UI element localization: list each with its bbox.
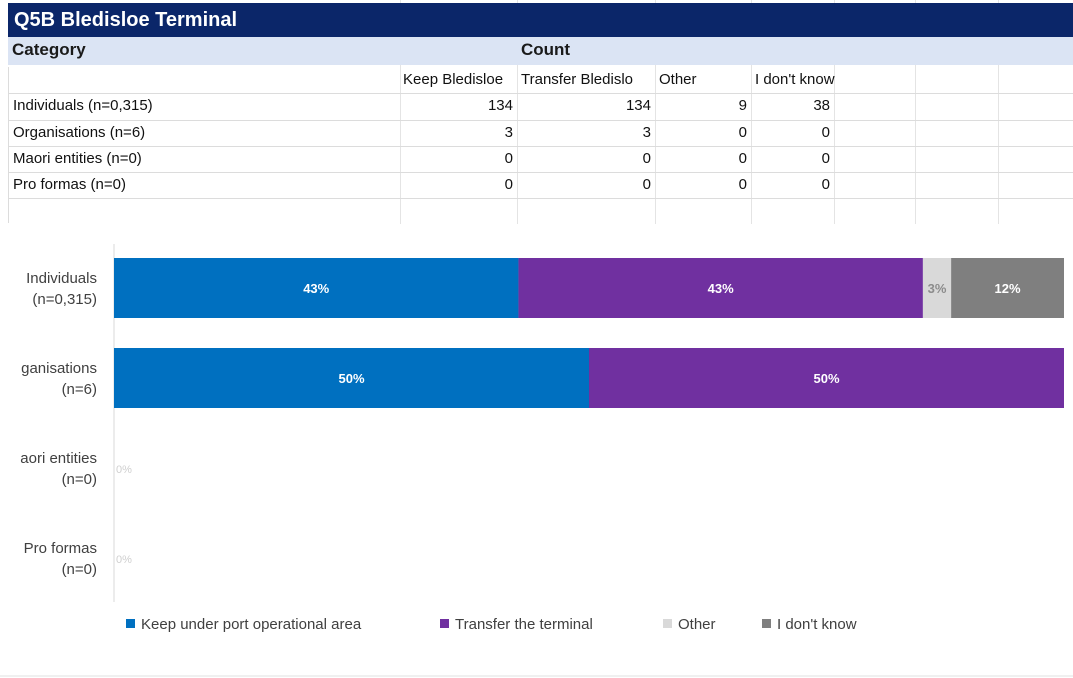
data-label: 3% [928,281,947,296]
category-header: Category [12,40,86,59]
legend-swatch [440,619,449,628]
table-rule [8,67,9,223]
cell-other[interactable]: 9 [655,93,751,119]
count-header: Count [521,40,571,59]
cell-dont-know[interactable]: 38 [751,93,834,119]
cell-other[interactable]: 0 [655,120,751,146]
cell-transfer[interactable]: 0 [517,146,655,172]
table-rule [8,198,1073,199]
legend-label: Transfer the terminal [455,616,593,633]
legend-swatch [126,619,135,628]
data-label: 12% [995,281,1021,296]
category-label: Pro formas (n=0) [24,540,97,578]
row-category-organisations[interactable]: Organisations (n=6) [13,120,398,146]
data-label: 0% [116,464,132,476]
legend-swatch [663,619,672,628]
row-category-maori-entities[interactable]: Maori entities (n=0) [13,146,398,172]
cell-keep[interactable]: 134 [400,93,517,119]
cell-other[interactable]: 0 [655,146,751,172]
table-rule [8,172,1073,173]
table-rule [8,146,1073,147]
data-label: 43% [708,281,734,296]
stacked-bar-chart: Individuals (n=0,315) 43% 43% 3% 12% ganisatio… [0,244,1073,677]
legend-label: I don't know [777,616,857,633]
column-header-transfer[interactable]: Transfer Bledislo [521,67,655,93]
category-label: Individuals (n=0,315) [26,270,97,308]
data-label: 50% [338,371,364,386]
data-label: 50% [813,371,839,386]
cell-keep[interactable]: 3 [400,120,517,146]
legend-label: Keep under port operational area [141,616,362,633]
column-header-other[interactable]: Other [659,67,751,93]
column-header-keep[interactable]: Keep Bledisloe [403,67,517,93]
cell-other[interactable]: 0 [655,172,751,198]
sheet-title: Q5B Bledisloe Terminal [8,3,1073,37]
cell-keep[interactable]: 0 [400,172,517,198]
category-label: ganisations (n=6) [21,360,97,398]
cell-keep[interactable]: 0 [400,146,517,172]
cell-dont-know[interactable]: 0 [751,146,834,172]
row-category-individuals[interactable]: Individuals (n=0,315) [13,93,398,119]
data-label: 0% [116,554,132,566]
cell-dont-know[interactable]: 0 [751,120,834,146]
data-label: 43% [303,281,329,296]
table-rule [8,120,1073,121]
table-rule [8,93,1073,94]
cell-transfer[interactable]: 134 [517,93,655,119]
cell-transfer[interactable]: 3 [517,120,655,146]
cell-transfer[interactable]: 0 [517,172,655,198]
cell-dont-know[interactable]: 0 [751,172,834,198]
legend-label: Other [678,616,716,633]
legend-swatch [762,619,771,628]
category-label: aori entities (n=0) [20,450,97,488]
row-category-pro-formas[interactable]: Pro formas (n=0) [13,172,398,198]
column-header-dont-know[interactable]: I don't know [755,67,855,93]
